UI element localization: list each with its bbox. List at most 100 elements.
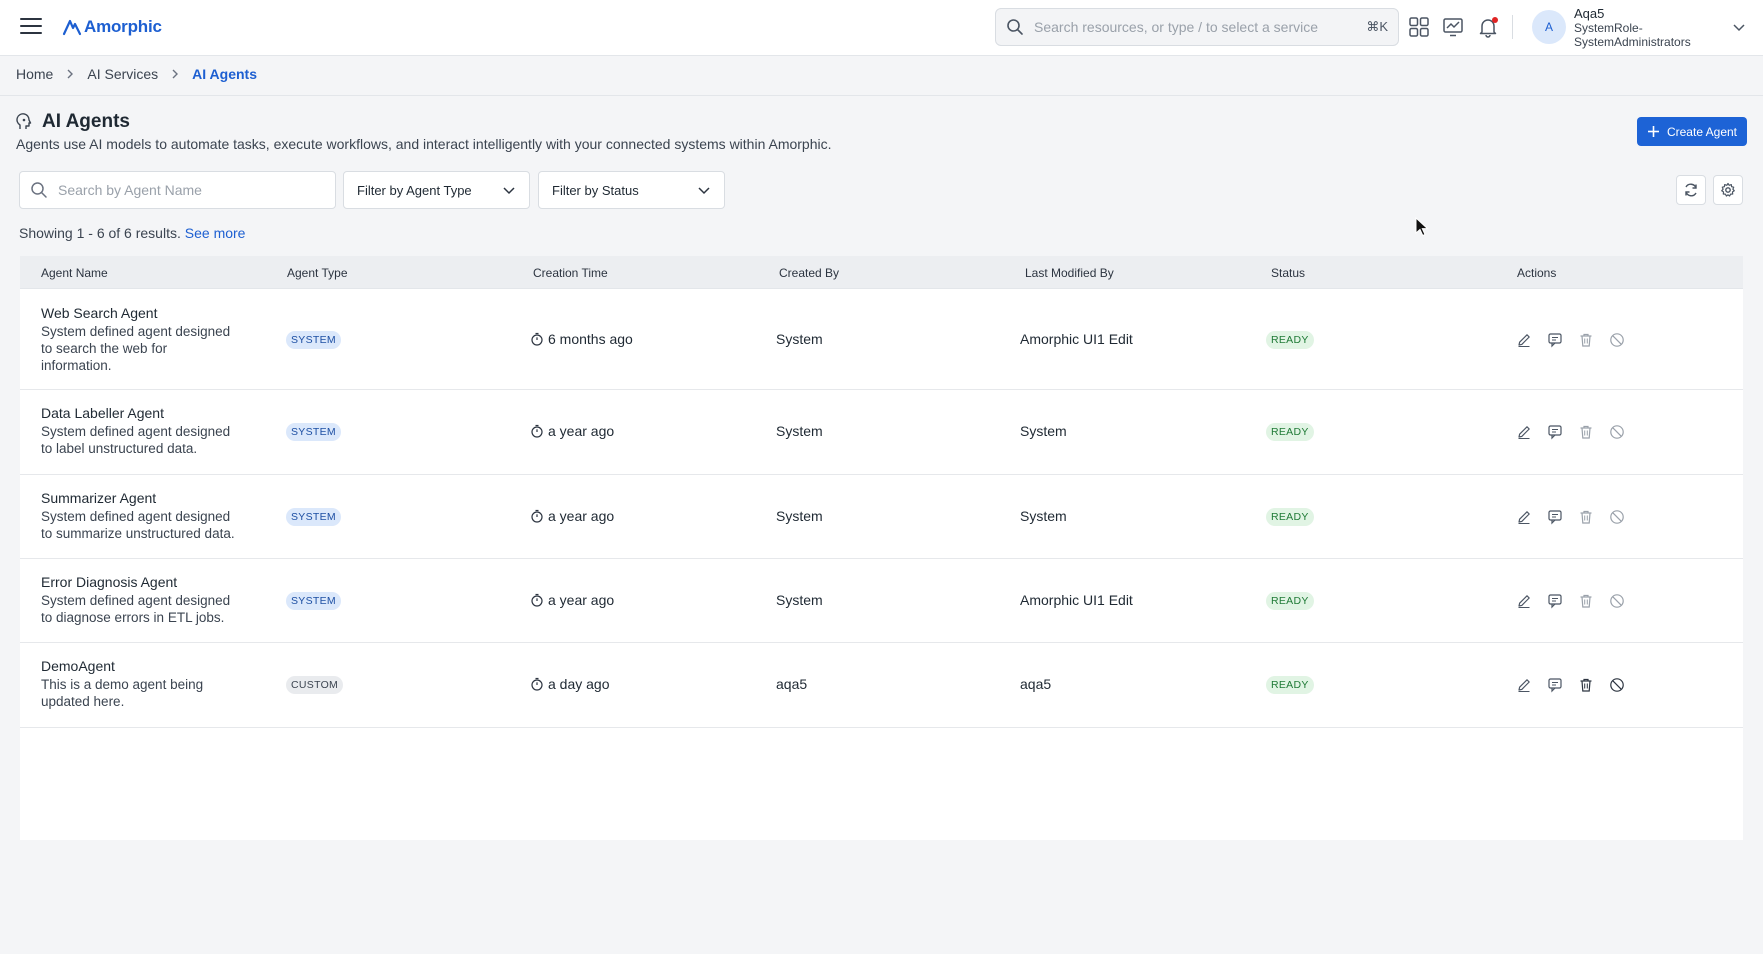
global-search-input[interactable] (1034, 19, 1367, 35)
delete-icon[interactable] (1577, 592, 1595, 610)
column-header-agent-name: Agent Name (41, 266, 108, 280)
column-header-agent-type: Agent Type (287, 266, 348, 280)
mouse-cursor-icon (1415, 217, 1429, 237)
agent-description: System defined agent designed to label u… (41, 424, 231, 456)
stopwatch-icon (531, 424, 543, 438)
chat-icon[interactable] (1546, 423, 1564, 441)
menu-icon[interactable] (20, 18, 42, 36)
amorphic-logo-icon (62, 19, 82, 36)
results-text: Showing 1 - 6 of 6 results. (19, 225, 181, 241)
status-badge: READY (1266, 331, 1314, 349)
table-row[interactable]: Web Search Agent System defined agent de… (20, 290, 1743, 390)
chevron-right-icon (67, 69, 74, 79)
agent-name-cell: Error Diagnosis Agent System defined age… (41, 573, 241, 626)
edit-icon[interactable] (1515, 331, 1533, 349)
see-more-link[interactable]: See more (185, 225, 246, 241)
stopwatch-icon (531, 509, 543, 523)
agent-search-input[interactable] (58, 182, 325, 198)
bell-icon[interactable] (1477, 16, 1499, 38)
disable-icon[interactable] (1608, 331, 1626, 349)
edit-icon[interactable] (1515, 592, 1533, 610)
agent-type-badge: SYSTEM (286, 423, 341, 441)
disable-icon[interactable] (1608, 508, 1626, 526)
disable-icon[interactable] (1608, 676, 1626, 694)
agent-type-filter[interactable]: Filter by Agent Type (343, 171, 530, 209)
settings-button[interactable] (1713, 175, 1743, 205)
agents-table: Agent Name Agent Type Creation Time Crea… (20, 256, 1743, 840)
row-actions (1515, 508, 1639, 526)
agent-name-cell: DemoAgent This is a demo agent being upd… (41, 657, 241, 710)
created-by: System (776, 508, 823, 524)
create-agent-button[interactable]: Create Agent (1637, 117, 1747, 146)
plus-icon (1647, 126, 1659, 137)
delete-icon[interactable] (1577, 331, 1595, 349)
chevron-down-icon (698, 187, 710, 195)
creation-time: 6 months ago (548, 331, 633, 347)
search-icon (31, 182, 47, 198)
table-row[interactable]: Data Labeller Agent System defined agent… (20, 390, 1743, 475)
breadcrumb-home[interactable]: Home (16, 66, 53, 82)
table-row[interactable]: Error Diagnosis Agent System defined age… (20, 559, 1743, 643)
status-filter[interactable]: Filter by Status (538, 171, 725, 209)
creation-time-cell: a year ago (530, 508, 614, 524)
agent-type-badge: SYSTEM (286, 508, 341, 526)
status-filter-label: Filter by Status (552, 182, 639, 198)
chevron-right-icon (172, 69, 179, 79)
apps-grid-icon[interactable] (1408, 16, 1430, 38)
agent-name[interactable]: Data Labeller Agent (41, 404, 241, 422)
delete-icon[interactable] (1577, 508, 1595, 526)
dashboard-chart-icon[interactable] (1442, 16, 1464, 38)
edit-icon[interactable] (1515, 508, 1533, 526)
agent-name[interactable]: Web Search Agent (41, 304, 241, 322)
header-divider (1512, 15, 1513, 39)
chat-icon[interactable] (1546, 592, 1564, 610)
creation-time-cell: a day ago (530, 676, 610, 692)
last-modified-by: System (1020, 508, 1067, 524)
creation-time: a year ago (548, 423, 615, 439)
agent-description: This is a demo agent being updated here. (41, 677, 204, 709)
chevron-down-icon[interactable] (1732, 20, 1746, 34)
delete-icon[interactable] (1577, 676, 1595, 694)
creation-time: a year ago (548, 508, 615, 524)
avatar[interactable]: A (1532, 10, 1566, 44)
agent-description: System defined agent designed to summari… (41, 509, 235, 541)
refresh-button[interactable] (1676, 175, 1706, 205)
app-logo[interactable]: Amorphic (62, 14, 162, 40)
column-header-created-by: Created By (779, 266, 840, 280)
stopwatch-icon (531, 593, 543, 607)
agent-type-badge: SYSTEM (286, 592, 341, 610)
notification-dot (1492, 17, 1498, 23)
column-header-last-modified-by: Last Modified By (1025, 266, 1114, 280)
agent-search[interactable] (19, 171, 336, 209)
disable-icon[interactable] (1608, 592, 1626, 610)
edit-icon[interactable] (1515, 676, 1533, 694)
last-modified-by: aqa5 (1020, 676, 1052, 692)
chevron-down-icon (503, 187, 515, 195)
disable-icon[interactable] (1608, 423, 1626, 441)
user-name: Aqa5 (1574, 6, 1605, 21)
breadcrumb: Home AI Services AI Agents (16, 66, 257, 82)
chat-icon[interactable] (1546, 676, 1564, 694)
last-modified-by: Amorphic UI1 Edit (1020, 331, 1133, 347)
page-description: Agents use AI models to automate tasks, … (16, 136, 832, 152)
chat-icon[interactable] (1546, 331, 1564, 349)
row-actions (1515, 676, 1639, 694)
column-header-status: Status (1271, 266, 1306, 280)
creation-time: a day ago (548, 676, 610, 692)
search-icon (1007, 19, 1023, 35)
table-row[interactable]: Summarizer Agent System defined agent de… (20, 475, 1743, 559)
agent-name-cell: Data Labeller Agent System defined agent… (41, 404, 241, 457)
global-search[interactable]: ⌘K (995, 8, 1399, 46)
user-info[interactable]: Aqa5 SystemRole- SystemAdministrators (1574, 6, 1724, 49)
table-row[interactable]: DemoAgent This is a demo agent being upd… (20, 643, 1743, 728)
agent-name[interactable]: Summarizer Agent (41, 489, 241, 507)
breadcrumb-ai-services[interactable]: AI Services (87, 66, 158, 82)
edit-icon[interactable] (1515, 423, 1533, 441)
delete-icon[interactable] (1577, 423, 1595, 441)
agent-type-filter-label: Filter by Agent Type (357, 182, 472, 198)
agent-name[interactable]: Error Diagnosis Agent (41, 573, 241, 591)
agent-name[interactable]: DemoAgent (41, 657, 241, 675)
chat-icon[interactable] (1546, 508, 1564, 526)
created-by: aqa5 (776, 676, 808, 692)
table-header: Agent Name Agent Type Creation Time Crea… (20, 256, 1743, 289)
